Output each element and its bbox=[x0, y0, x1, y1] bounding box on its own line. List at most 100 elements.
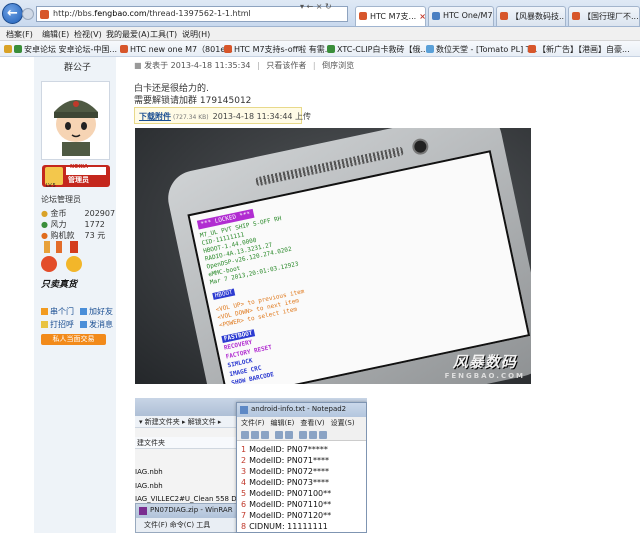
notepad-line: 8 CIDNUM: 11111111 bbox=[241, 522, 328, 531]
menu-view[interactable]: 检视(V) bbox=[74, 29, 102, 40]
admin-badge-label: 管理员 bbox=[68, 176, 89, 184]
winrar-menu: 文件(F) 命令(C) 工具 bbox=[144, 521, 211, 529]
post-icon: ■ bbox=[134, 61, 142, 70]
stat-power: ● 风力 1772 bbox=[41, 220, 105, 229]
htc-phone: *** LOCKED *** M7_UL PVT SHIP S-OFF RH C… bbox=[163, 128, 531, 384]
site-favicon-icon bbox=[120, 45, 128, 53]
notepad-window: android-info.txt - Notepad2 文件(F) 编辑(E) 查看… bbox=[236, 402, 367, 533]
notepad-title: android-info.txt - Notepad2 bbox=[237, 403, 366, 417]
tab-htc-m7[interactable]: HTC M7支... × bbox=[355, 6, 426, 26]
notepad-line: 3 ModelID: PN072**** bbox=[241, 467, 329, 476]
back-button[interactable]: ← bbox=[2, 3, 23, 24]
site-favicon-icon bbox=[40, 10, 49, 19]
phone-photo[interactable]: *** LOCKED *** M7_UL PVT SHIP S-OFF RH C… bbox=[135, 128, 531, 384]
menu-edit[interactable]: 编辑(E) bbox=[42, 29, 69, 40]
notepad-line: 4 ModelID: PN073**** bbox=[241, 478, 329, 487]
user-role: 论坛管理员 bbox=[41, 195, 81, 204]
stat-coins: ● 金币 202907 bbox=[41, 209, 116, 218]
link-greet[interactable]: 打招呼 bbox=[41, 319, 74, 330]
tab-favicon-icon bbox=[432, 12, 440, 20]
notepad-line: 5 ModelID: PN07100** bbox=[241, 489, 332, 498]
site-favicon-icon bbox=[224, 45, 232, 53]
notepad-line: 2 ModelID: PN071**** bbox=[241, 456, 329, 465]
address-bar-buttons[interactable]: ▾ ← × ↻ bbox=[300, 2, 332, 11]
tab-close-icon[interactable]: × bbox=[419, 12, 425, 21]
door-icon bbox=[41, 308, 48, 315]
notepad-line: 6 ModelID: PN07110** bbox=[241, 500, 332, 509]
file-item: IAG.nbh bbox=[135, 482, 163, 490]
coin-icon: ● bbox=[41, 209, 48, 218]
forum-page: 群公子 NOKIA 管理员 LV.5 论坛管理员 ● 金币 202907 ● 风力… bbox=[0, 57, 640, 533]
winrar-icon bbox=[139, 507, 147, 515]
private-trade-button[interactable]: 私人当面交易 bbox=[41, 334, 106, 345]
new-file-icon bbox=[241, 431, 249, 439]
avatar[interactable] bbox=[41, 81, 110, 160]
undo-icon bbox=[275, 431, 283, 439]
wave-icon bbox=[41, 321, 48, 328]
paste-icon bbox=[319, 431, 327, 439]
notepad-menu: 文件(F) 编辑(E) 查看(V) 设置(S) bbox=[237, 417, 366, 429]
menu-help[interactable]: 说明(H) bbox=[182, 29, 210, 40]
winrar-window: PN07DIAG.zip - WinRAR 文件(F) 命令(C) 工具 bbox=[135, 503, 248, 533]
notepad-toolbar bbox=[237, 429, 366, 441]
attachment-box: 下载附件 (727.34 KB) 2013-4-18 11:34:44 上传 bbox=[134, 107, 311, 124]
explorer-column-header: 建文件夹 bbox=[135, 437, 245, 449]
medal-row-icon bbox=[44, 241, 78, 253]
boot-selected-hboot: HBOOT bbox=[212, 288, 236, 300]
winrar-title: PN07DIAG.zip - WinRAR bbox=[136, 504, 248, 518]
tab-favicon-icon bbox=[359, 12, 367, 20]
attachment-date: 2013-4-18 11:34:44 上传 bbox=[212, 112, 312, 121]
favorite-item[interactable]: XTC-CLIP白卡救砖【俄... bbox=[327, 44, 428, 55]
menu-bar: 档案(F) 编辑(E) 检视(V) 我的最爱(A) 工具(T) 说明(H) bbox=[0, 27, 640, 41]
link-add-friend[interactable]: 加好友 bbox=[80, 306, 113, 317]
tab-favicon-icon bbox=[572, 12, 580, 20]
tab-fengbao[interactable]: 【风暴数码技... bbox=[496, 6, 566, 26]
copy-icon bbox=[309, 431, 317, 439]
file-item: IAG.nbh bbox=[135, 468, 163, 476]
link-message[interactable]: 发消息 bbox=[80, 319, 113, 330]
download-attachment-link[interactable]: 下载附件 bbox=[139, 112, 171, 121]
link-visit[interactable]: 串个门 bbox=[41, 306, 74, 317]
award-medals-icon bbox=[41, 256, 82, 272]
menu-favorites[interactable]: 我的最爱(A) bbox=[106, 29, 150, 40]
windows-screenshot[interactable]: ▾ 新建文件夹 ▸ 解锁文件 ▸ 建文件夹 IAG.nbh IAG.nbh IA… bbox=[135, 398, 367, 533]
favorite-item[interactable]: 数位天堂 - [Tomato PL] T... bbox=[426, 44, 537, 55]
front-camera-icon bbox=[410, 137, 430, 157]
menu-tools[interactable]: 工具(T) bbox=[150, 29, 177, 40]
site-favicon-icon bbox=[426, 45, 434, 53]
save-icon bbox=[261, 431, 269, 439]
favorite-item[interactable]: HTC new one M7（801e... bbox=[120, 44, 233, 55]
browser-toolbar: ← http://bbs.fengbao.com/thread-1397562-… bbox=[0, 0, 640, 27]
favorite-item[interactable]: 安卓论坛 安卓论坛-中国... bbox=[4, 44, 117, 55]
avatar-cartoon-icon bbox=[42, 82, 109, 159]
only-author-link[interactable]: 只看该作者 bbox=[266, 61, 306, 70]
notepad-line: 1 ModelID: PN07***** bbox=[241, 445, 328, 454]
reverse-order-link[interactable]: 倒序浏览 bbox=[322, 61, 354, 70]
forward-button[interactable] bbox=[22, 8, 34, 20]
favorite-item[interactable]: 【新广告】【港画】自豪... bbox=[528, 44, 630, 55]
android-icon bbox=[14, 45, 22, 53]
admin-level: LV.5 bbox=[46, 183, 56, 189]
leaf-icon: ● bbox=[41, 220, 48, 229]
tab-htc-one[interactable]: HTC One/M7... bbox=[428, 6, 494, 26]
fengbao-watermark: 风暴数码 FENGBAO.COM bbox=[444, 353, 525, 380]
message-icon bbox=[80, 321, 87, 328]
post-meta: ■ 发表于 2013-4-18 11:35:34 | 只看该作者 | 倒序浏览 bbox=[134, 61, 355, 70]
notepad-icon bbox=[240, 406, 248, 414]
notepad-line: 7 ModelID: PN07120** bbox=[241, 511, 332, 520]
cart-icon: ● bbox=[41, 231, 48, 240]
star-icon bbox=[4, 45, 12, 53]
site-favicon-icon bbox=[528, 45, 536, 53]
attachment-size: (727.34 KB) bbox=[173, 114, 209, 121]
username[interactable]: 群公子 bbox=[64, 60, 91, 73]
post-content: ■ 发表于 2013-4-18 11:35:34 | 只看该作者 | 倒序浏览 … bbox=[122, 57, 640, 533]
favorites-bar: 安卓论坛 安卓论坛-中国... HTC new one M7（801e... H… bbox=[0, 41, 640, 57]
tab-guohang[interactable]: 【国行理厂不... bbox=[568, 6, 640, 26]
favorite-item[interactable]: HTC M7支持s-off啦 有需... bbox=[224, 44, 332, 55]
tab-favicon-icon bbox=[500, 12, 508, 20]
post-line-2: 需要解锁请加群 179145012 bbox=[134, 96, 252, 106]
add-friend-icon bbox=[80, 308, 87, 315]
menu-file[interactable]: 档案(F) bbox=[6, 29, 33, 40]
address-url: http://bbs.fengbao.com/thread-1397562-1-… bbox=[53, 9, 251, 18]
bootloader-screen: *** LOCKED *** M7_UL PVT SHIP S-OFF RH C… bbox=[187, 150, 531, 384]
